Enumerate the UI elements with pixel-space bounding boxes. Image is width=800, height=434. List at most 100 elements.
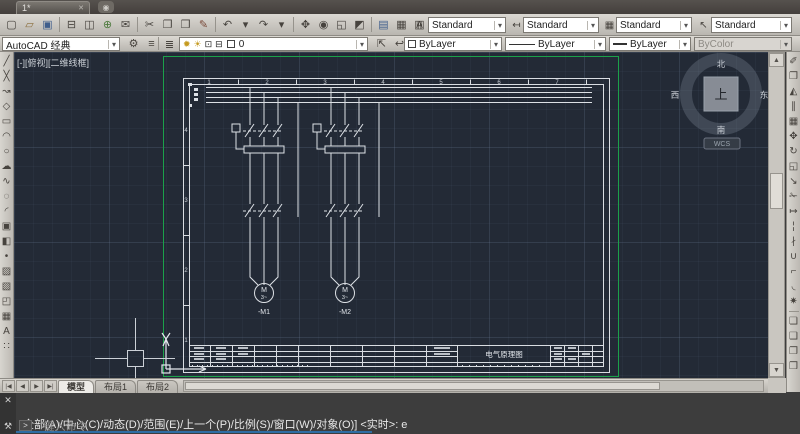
make-block-icon[interactable]: ◧ (0, 234, 13, 249)
bring-to-front-icon[interactable]: ❏ (787, 314, 800, 329)
publish-icon[interactable]: ⊕ (99, 16, 116, 33)
construction-line-icon[interactable]: ╳ (0, 69, 13, 84)
zoom-realtime-icon[interactable]: ◉ (315, 16, 332, 33)
close-icon[interactable]: ✕ (4, 396, 12, 405)
qnew-icon[interactable]: ▢ (3, 16, 20, 33)
array-icon[interactable]: ▦ (787, 114, 800, 129)
chevron-down-icon[interactable]: ▾ (593, 39, 602, 49)
rotate-icon[interactable]: ↻ (787, 144, 800, 159)
point-icon[interactable]: • (0, 249, 13, 264)
layer-freeze-sun-icon[interactable]: ☀ (194, 39, 202, 50)
ellipse-icon[interactable]: ◌ (0, 189, 13, 204)
horizontal-scrollbar[interactable] (183, 380, 764, 392)
gear-icon[interactable]: ⚙ (125, 35, 142, 52)
command-input-placeholder[interactable]: 键入命令 (44, 418, 88, 434)
fillet-icon[interactable]: ◟ (787, 279, 800, 294)
send-under-icon[interactable]: ❒ (787, 359, 800, 374)
layer-properties-icon[interactable]: ≣ (161, 36, 178, 53)
copy-object-icon[interactable]: ❐ (787, 69, 800, 84)
spline-icon[interactable]: ∿ (0, 174, 13, 189)
pan-icon[interactable]: ✥ (297, 16, 314, 33)
etransmit-icon[interactable]: ✉ (117, 16, 134, 33)
layer-on-bulb-icon[interactable]: ✹ (183, 39, 191, 50)
chevron-down-icon[interactable]: ▾ (586, 20, 595, 30)
tab-close-icon[interactable]: ✕ (78, 4, 84, 12)
vertical-scrollbar[interactable]: ▲ ▼ (768, 52, 785, 378)
chevron-down-icon[interactable]: ▾ (779, 20, 788, 30)
break-icon[interactable]: ∤ (787, 234, 800, 249)
table-icon[interactable]: ▦ (0, 309, 13, 324)
designcenter-icon[interactable]: ▦ (393, 16, 410, 33)
extend-icon[interactable]: ↦ (787, 204, 800, 219)
chevron-down-icon[interactable]: ▾ (678, 39, 687, 49)
copy-icon[interactable]: ❐ (159, 16, 176, 33)
match-properties-icon[interactable]: ✎ (195, 16, 212, 33)
chevron-down-icon[interactable]: ▾ (493, 20, 502, 30)
mtext-icon[interactable]: A (0, 324, 13, 339)
scroll-up-icon[interactable]: ▲ (769, 53, 784, 67)
insert-block-icon[interactable]: ▣ (0, 219, 13, 234)
viewcube-south[interactable]: 南 (717, 125, 726, 135)
redo-dropdown-icon[interactable]: ▾ (273, 16, 290, 33)
revcloud-icon[interactable]: ☁ (0, 159, 13, 174)
new-tab-icon[interactable]: ◉ (98, 1, 114, 13)
circle-icon[interactable]: ○ (0, 144, 13, 159)
chevron-down-icon[interactable]: ▾ (489, 39, 498, 49)
scroll-down-icon[interactable]: ▼ (769, 363, 784, 377)
add-selected-icon[interactable]: ∷ (0, 339, 13, 354)
region-icon[interactable]: ◰ (0, 294, 13, 309)
plot-icon[interactable]: ⊟ (63, 16, 80, 33)
workspace-combo[interactable]: AutoCAD 经典 ▾ (2, 37, 120, 52)
gradient-icon[interactable]: ▧ (0, 279, 13, 294)
command-input-row[interactable]: > ▾ 键入命令 (16, 420, 372, 433)
undo-icon[interactable]: ↶ (219, 16, 236, 33)
lineweight-combo[interactable]: ByLayer ▾ (609, 37, 691, 51)
erase-icon[interactable]: ✐ (787, 54, 800, 69)
viewcube-north[interactable]: 北 (717, 59, 726, 69)
hatch-icon[interactable]: ▨ (0, 264, 13, 279)
save-icon[interactable]: ▣ (39, 16, 56, 33)
tab-nav-last-icon[interactable]: ▶| (44, 380, 57, 392)
mirror-icon[interactable]: ◭ (787, 84, 800, 99)
offset-icon[interactable]: ∥ (787, 99, 800, 114)
send-to-back-icon[interactable]: ❑ (787, 329, 800, 344)
arc-icon[interactable]: ◠ (0, 129, 13, 144)
chamfer-icon[interactable]: ⌐ (787, 264, 800, 279)
viewcube-west[interactable]: 西 (671, 90, 680, 100)
viewcube[interactable]: 上 北 南 西 东 WCS (671, 53, 768, 150)
explode-icon[interactable]: ✷ (787, 294, 800, 309)
layer-match-icon[interactable]: ⇱ (373, 35, 390, 52)
redo-icon[interactable]: ↷ (255, 16, 272, 33)
tab-model[interactable]: 模型 (58, 379, 95, 393)
viewcube-top-label[interactable]: 上 (714, 87, 727, 102)
undo-dropdown-icon[interactable]: ▾ (237, 16, 254, 33)
wrench-icon[interactable]: ⚒ (4, 422, 12, 431)
chevron-down-icon[interactable]: ▾ (355, 39, 364, 49)
rectangle-icon[interactable]: ▭ (0, 114, 13, 129)
polyline-icon[interactable]: ↝ (0, 84, 13, 99)
dim-style-combo[interactable]: Standard ▾ (523, 17, 599, 33)
vertical-scroll-thumb[interactable] (770, 173, 783, 209)
linetype-combo[interactable]: ByLayer ▾ (505, 37, 606, 51)
command-prompt-icon[interactable]: > (19, 420, 32, 431)
chevron-down-icon[interactable]: ▾ (107, 39, 116, 49)
tab-nav-next-icon[interactable]: ▶ (30, 380, 43, 392)
tab-nav-first-icon[interactable]: |◀ (2, 380, 15, 392)
layer-plot-icon[interactable]: ⊟ (215, 39, 223, 50)
open-icon[interactable]: ▱ (21, 16, 38, 33)
move-icon[interactable]: ✥ (787, 129, 800, 144)
zoom-window-icon[interactable]: ◱ (333, 16, 350, 33)
plot-preview-icon[interactable]: ◫ (81, 16, 98, 33)
mleader-style-combo[interactable]: Standard ▾ (711, 17, 792, 33)
horizontal-scroll-thumb[interactable] (185, 382, 660, 390)
tab-layout2[interactable]: 布局2 (137, 379, 179, 393)
tab-layout1[interactable]: 布局1 (95, 379, 137, 393)
bring-above-icon[interactable]: ❐ (787, 344, 800, 359)
stretch-icon[interactable]: ↘ (787, 174, 800, 189)
zoom-previous-icon[interactable]: ◩ (351, 16, 368, 33)
break-at-point-icon[interactable]: ¦ (787, 219, 800, 234)
line-icon[interactable]: ╱ (0, 54, 13, 69)
viewcube-east[interactable]: 东 (760, 90, 768, 100)
table-style-combo[interactable]: Standard ▾ (616, 17, 692, 33)
paste-icon[interactable]: ❒ (177, 16, 194, 33)
